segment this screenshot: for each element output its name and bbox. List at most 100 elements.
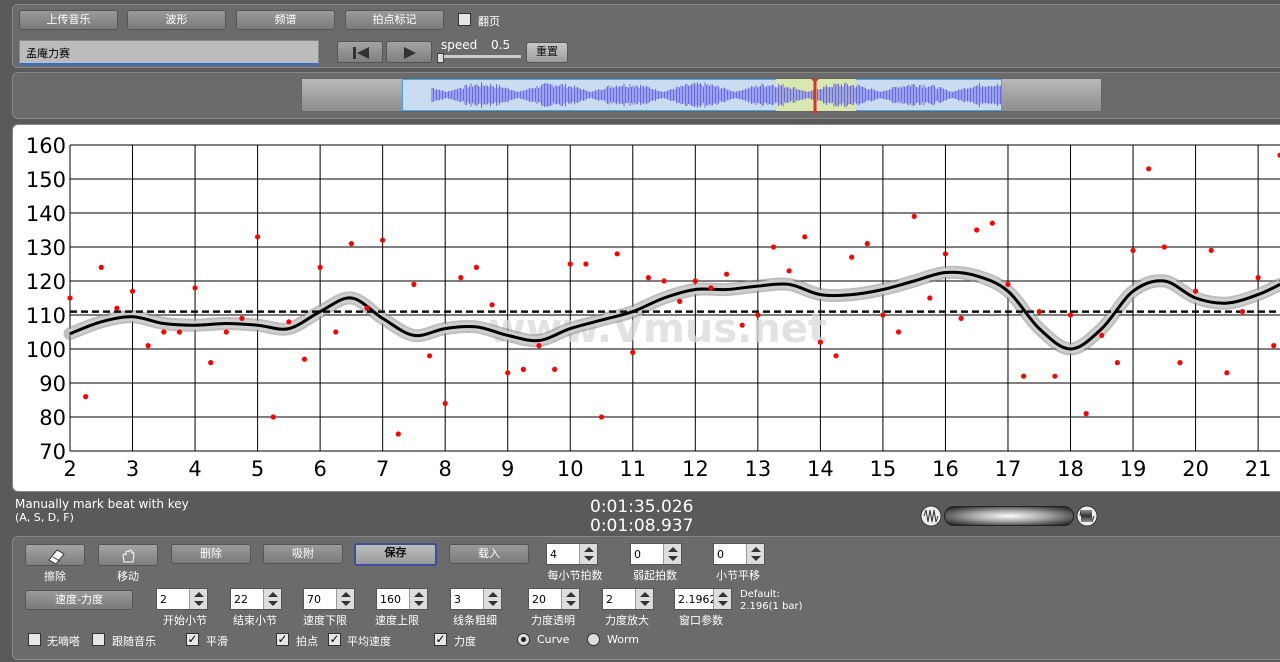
upload-music-button[interactable]: 上传音乐 — [19, 10, 118, 30]
end-bar-label: 结束小节 — [233, 614, 277, 627]
y-tick-label: 160 — [26, 134, 66, 158]
time-display-1: 0:01:35.026 — [590, 497, 694, 517]
beat-point — [958, 315, 964, 321]
skip-back-icon — [353, 47, 369, 59]
reset-button[interactable]: 重置 — [526, 42, 568, 63]
beat-point — [317, 264, 323, 270]
title-input[interactable]: 孟庵力赛 — [19, 40, 319, 65]
x-tick-label: 8 — [439, 457, 452, 481]
y-tick-label: 80 — [39, 406, 66, 430]
avg-tempo-label: 平均速度 — [347, 635, 391, 648]
tempo-chart[interactable]: 70 80 90 100 110 120 130 140 150 160 2 3 4 5 6 7 8 9 10 11 1… — [12, 128, 1280, 488]
x-tick-label: 14 — [807, 457, 834, 481]
erase-button[interactable] — [25, 544, 85, 566]
rewind-button[interactable] — [337, 41, 383, 63]
load-button[interactable]: 载入 — [449, 544, 529, 564]
beat-point — [1208, 247, 1214, 253]
smooth-checkbox[interactable]: ✓ — [186, 633, 199, 646]
beat-point — [1005, 281, 1011, 287]
x-tick-label: 5 — [251, 457, 264, 481]
beat-point — [208, 360, 214, 366]
waveform-button[interactable]: 波形 — [127, 10, 226, 30]
window-stepper[interactable] — [674, 588, 732, 610]
y-tick-label: 120 — [26, 270, 66, 294]
avg-tempo-checkbox[interactable]: ✓ — [328, 633, 341, 646]
start-bar-stepper[interactable] — [156, 588, 208, 610]
speed-slider-handle[interactable] — [437, 53, 444, 63]
beat-point — [1146, 166, 1152, 172]
beat-point — [286, 319, 292, 325]
beat-point — [864, 241, 870, 247]
beat-point — [989, 220, 995, 226]
follow-music-checkbox[interactable] — [92, 633, 105, 646]
beat-point — [598, 414, 605, 420]
hand-icon — [122, 549, 135, 563]
no-click-label: 无嘀嗒 — [47, 635, 80, 648]
worm-radio[interactable] — [587, 633, 600, 646]
default-line-2: 2.196(1 bar) — [740, 601, 803, 612]
beat-point — [458, 275, 464, 281]
beat-point — [1224, 370, 1230, 376]
beats-per-bar-stepper[interactable] — [546, 543, 598, 565]
beat-point — [1177, 360, 1183, 366]
zoom-slider[interactable] — [944, 506, 1074, 526]
waveform-strip[interactable] — [301, 78, 1102, 113]
beat-point — [348, 241, 354, 247]
beat-point — [114, 305, 120, 311]
pickup-stepper[interactable] — [630, 543, 682, 565]
speed-slider-track[interactable] — [439, 55, 521, 58]
flip-page-checkbox[interactable] — [458, 13, 471, 26]
curve-radio[interactable] — [517, 633, 530, 646]
delete-button[interactable]: 删除 — [171, 544, 251, 564]
bar-shift-label: 小节平移 — [716, 569, 760, 582]
beat-point — [739, 322, 745, 328]
beat-point — [802, 234, 808, 240]
x-tick-label: 3 — [126, 457, 139, 481]
start-bar-label: 开始小节 — [163, 614, 207, 627]
beat-point — [1130, 247, 1136, 253]
beat-point — [505, 370, 511, 376]
dynamics-checkbox[interactable]: ✓ — [434, 633, 447, 646]
beat-point — [833, 353, 839, 359]
beat-point — [364, 305, 370, 311]
save-button[interactable]: 保存 — [354, 543, 437, 566]
x-tick-label: 16 — [932, 457, 959, 481]
wave-expand-icon[interactable] — [1076, 505, 1098, 527]
beat-point — [67, 295, 73, 301]
line-width-label: 线条粗细 — [453, 614, 497, 627]
play-button[interactable] — [386, 41, 432, 63]
dyn-opacity-stepper[interactable] — [528, 588, 580, 610]
beat-mark-button[interactable]: 拍点标记 — [345, 10, 444, 30]
x-tick-label: 6 — [313, 457, 326, 481]
x-tick-label: 12 — [682, 457, 709, 481]
bar-shift-stepper[interactable] — [713, 543, 765, 565]
speed-label: speed — [441, 38, 478, 52]
tempo-dynamics-button[interactable]: 速度-力度 — [25, 590, 133, 610]
beat-point — [1021, 373, 1027, 379]
snap-button[interactable]: 吸附 — [263, 544, 343, 564]
no-click-checkbox[interactable] — [28, 633, 41, 646]
play-icon — [404, 47, 416, 59]
dyn-scale-stepper[interactable] — [602, 588, 654, 610]
beats-per-bar-label: 每小节拍数 — [547, 569, 603, 582]
spectrum-button[interactable]: 频谱 — [236, 10, 335, 30]
tempo-high-label: 速度上限 — [375, 614, 419, 627]
x-tick-label: 11 — [619, 457, 646, 481]
end-bar-stepper[interactable] — [230, 588, 282, 610]
beat-points-checkbox[interactable]: ✓ — [276, 633, 289, 646]
beat-point — [426, 353, 433, 359]
y-tick-label: 130 — [26, 236, 66, 260]
beat-point — [723, 271, 730, 277]
wave-compress-icon[interactable] — [920, 505, 942, 527]
beat-point — [552, 366, 558, 372]
tempo-low-stepper[interactable] — [303, 588, 355, 610]
beat-point — [239, 315, 245, 321]
beat-point — [927, 295, 933, 301]
move-button[interactable] — [98, 544, 158, 566]
zoom-control[interactable] — [920, 505, 1098, 527]
line-width-stepper[interactable] — [450, 588, 502, 610]
tempo-high-stepper[interactable] — [376, 588, 428, 610]
x-tick-label: 10 — [557, 457, 584, 481]
dyn-opacity-label: 力度透明 — [531, 614, 575, 627]
beat-point — [520, 366, 526, 372]
